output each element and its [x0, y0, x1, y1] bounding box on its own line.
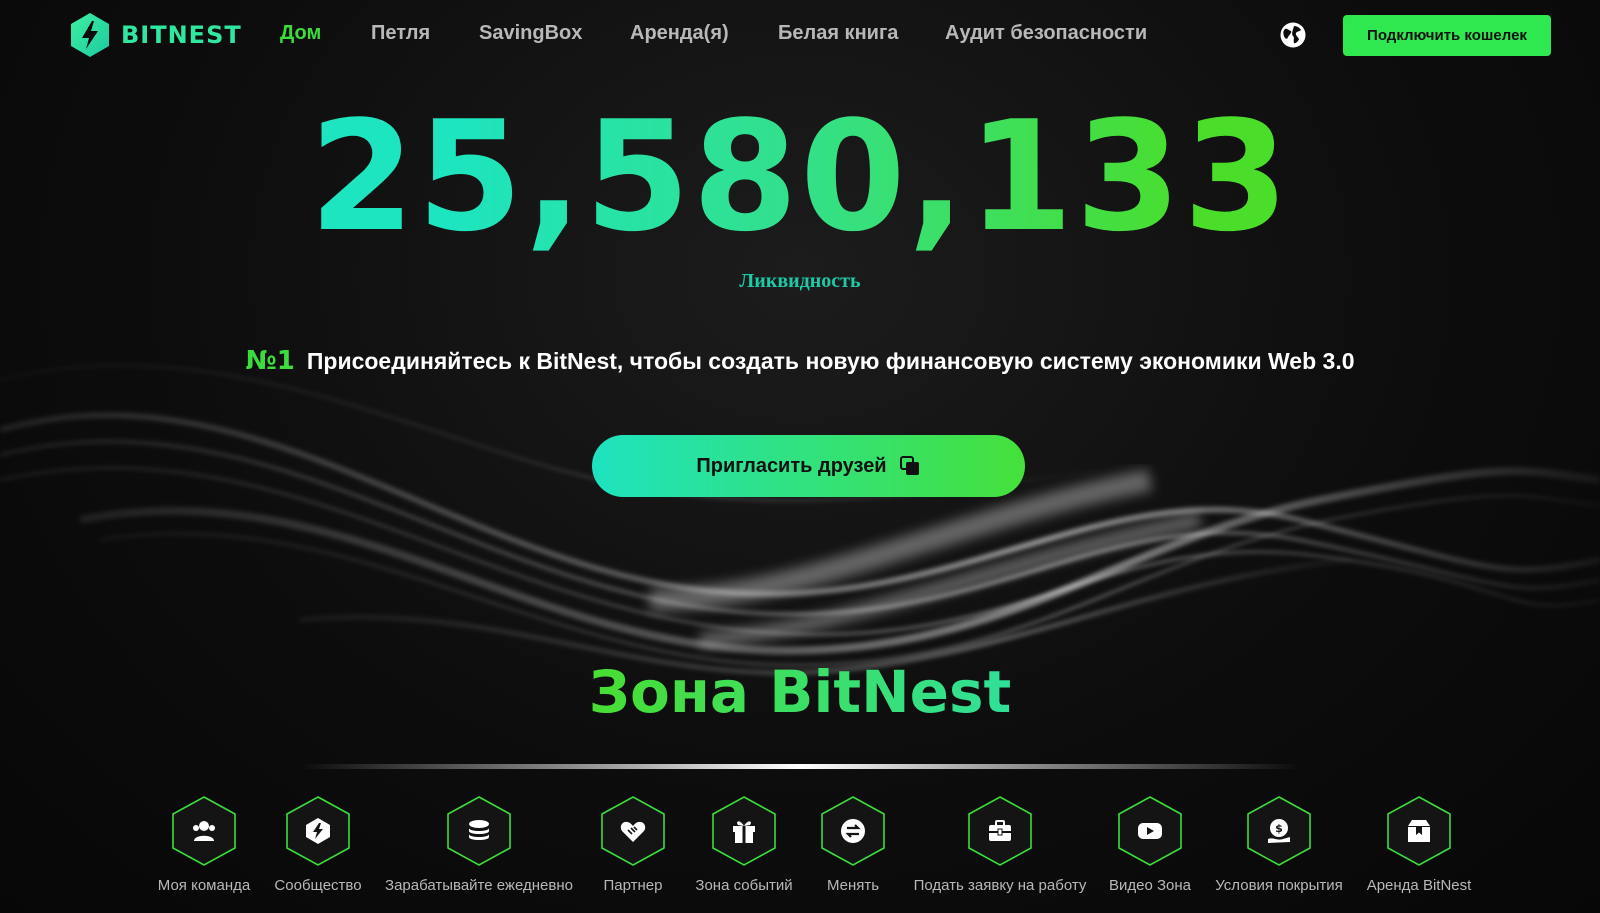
zone-item-label: Менять: [826, 877, 880, 894]
zone-item-label: Зона событий: [695, 877, 793, 894]
nav-savingbox[interactable]: SavingBox: [479, 22, 582, 45]
logo-text: BITNEST: [121, 21, 242, 49]
zone-item-label: Видео Зона: [1108, 877, 1192, 894]
rent-icon: [1408, 820, 1430, 842]
zone-divider: [300, 764, 1300, 769]
globe-icon[interactable]: [1279, 21, 1307, 49]
briefcase-icon: [989, 820, 1011, 841]
zone-item-apply-job[interactable]: Подать заявку на работу: [914, 795, 1086, 894]
top-navbar: BITNEST Дом Петля SavingBox Аренда(я) Бе…: [0, 0, 1600, 72]
gift-icon: [733, 821, 755, 843]
nav-rent[interactable]: Аренда(я): [630, 22, 729, 45]
team-icon: [193, 821, 215, 841]
community-icon: [306, 818, 330, 844]
zone-item-bitnest-rent[interactable]: Аренда BitNest: [1366, 795, 1472, 894]
zone-item-video[interactable]: Видео Зона: [1109, 795, 1191, 894]
zone-items: Моя команда Сообщество Зарабатывайте еже…: [0, 795, 1600, 913]
liquidity-label: Ликвидность: [739, 270, 861, 292]
nav-whitepaper[interactable]: Белая книга: [778, 22, 898, 45]
handshake-icon: [620, 821, 646, 842]
zone-item-label: Аренда BitNest: [1366, 877, 1472, 894]
zone-item-label: Моя команда: [157, 877, 251, 894]
zone-item-partner[interactable]: Партнер: [598, 795, 668, 894]
nav-security-audit[interactable]: Аудит безопасности: [945, 22, 1147, 45]
liquidity-value: 25,580,133: [0, 101, 1600, 253]
zone-item-coverage-terms[interactable]: $ Условия покрытия: [1215, 795, 1343, 894]
swap-icon: [841, 819, 865, 843]
zone-item-earn-daily[interactable]: Зарабатывайте ежедневно: [384, 795, 574, 894]
zone-item-community[interactable]: Сообщество: [273, 795, 363, 894]
tagline: №1 Присоединяйтесь к BitNest, чтобы созда…: [0, 346, 1600, 376]
connect-wallet-button[interactable]: Подключить кошелек: [1343, 15, 1551, 56]
coins-icon: [469, 820, 489, 840]
zone-item-label: Подать заявку на работу: [913, 877, 1087, 894]
zone-item-label: Зарабатывайте ежедневно: [385, 877, 573, 894]
nav-loop[interactable]: Петля: [371, 22, 430, 45]
zone-item-my-team[interactable]: Моя команда: [157, 795, 251, 894]
copy-icon: [899, 456, 919, 475]
tagline-text: Присоединяйтесь к BitNest, чтобы создать…: [306, 348, 1355, 374]
invite-label: Пригласить друзей: [696, 454, 887, 477]
coverage-icon: $: [1268, 819, 1290, 843]
rank-badge: №1: [245, 346, 295, 376]
video-icon: [1138, 823, 1162, 839]
nav-home[interactable]: Дом: [280, 22, 321, 45]
zone-item-swap[interactable]: Менять: [820, 795, 886, 894]
invite-friends-button[interactable]: Пригласить друзей: [592, 435, 1025, 497]
zone-item-label: Партнер: [603, 877, 663, 894]
zone-item-label: Сообщество: [274, 877, 362, 894]
zone-title: Зона BitNest: [0, 656, 1600, 728]
lightning-hex-icon: [71, 13, 109, 57]
bitnest-logo[interactable]: BITNEST: [69, 12, 242, 58]
zone-item-events[interactable]: Зона событий: [692, 795, 796, 894]
zone-item-label: Условия покрытия: [1215, 877, 1343, 894]
svg-text:$: $: [1275, 822, 1283, 835]
